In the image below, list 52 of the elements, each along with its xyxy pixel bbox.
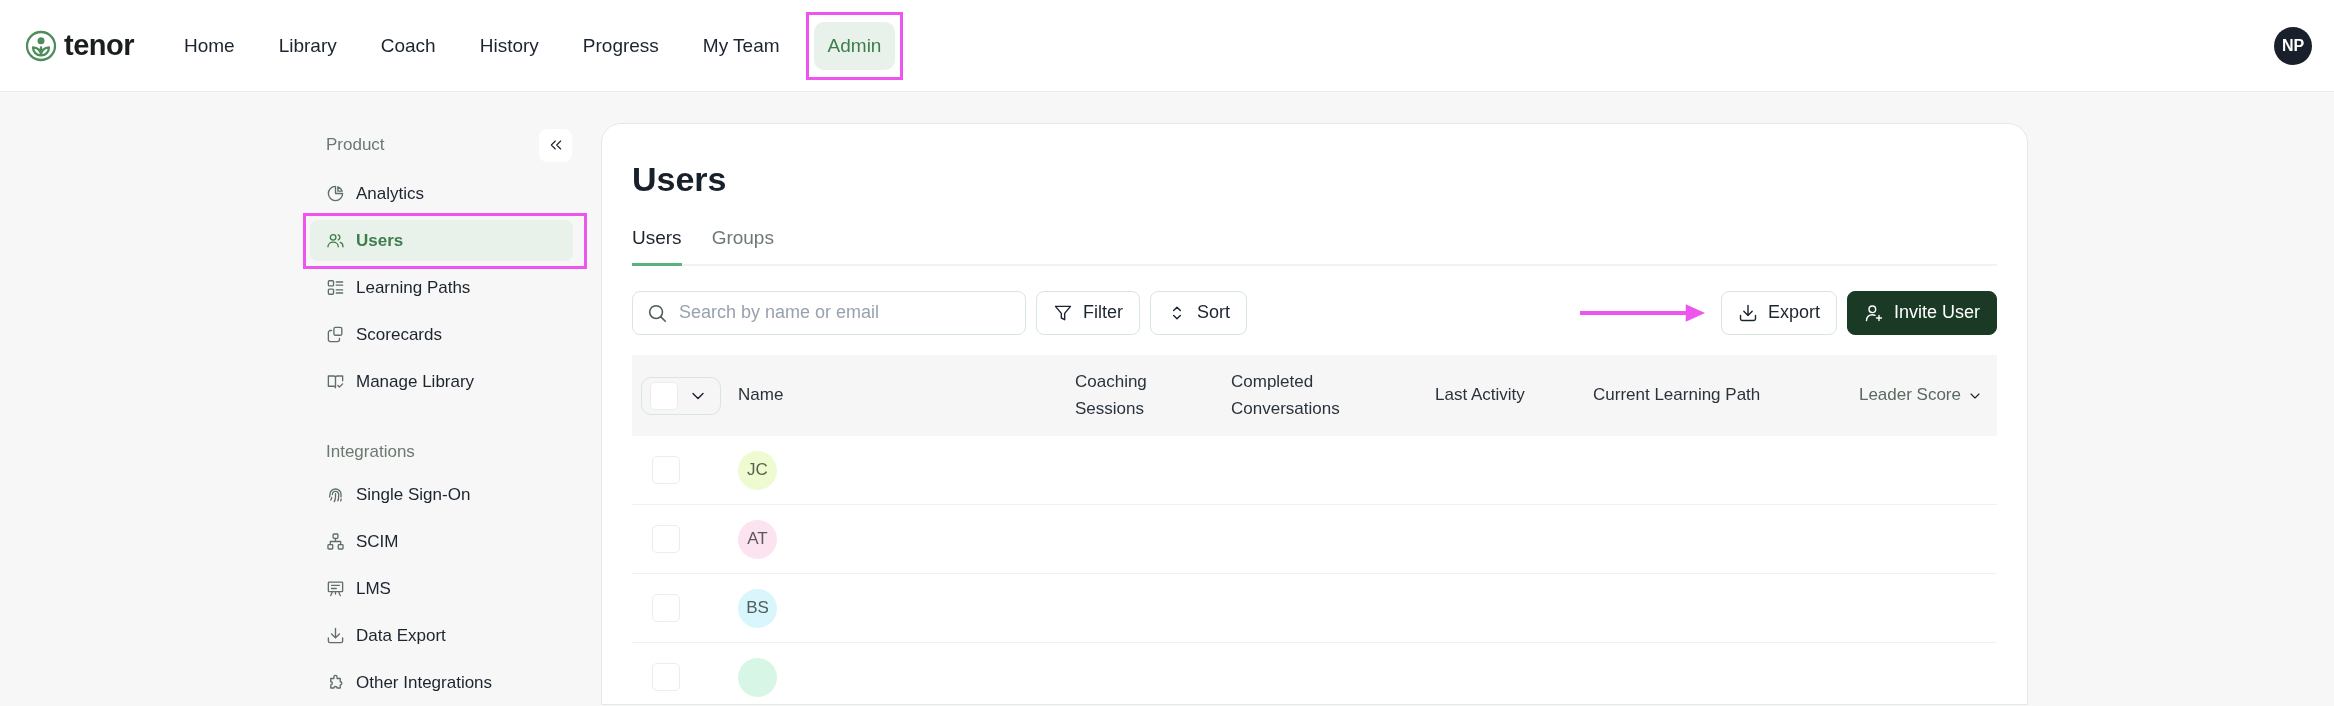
column-header: Completed Conversations	[1231, 372, 1340, 418]
select-all-dropdown[interactable]	[641, 376, 721, 415]
column-header: Name	[738, 385, 784, 405]
user-avatar: BS	[738, 588, 777, 628]
nav-link[interactable]: Home	[164, 21, 255, 70]
invite-user-button[interactable]: Invite User	[1846, 290, 1997, 335]
logo-text: tenor	[64, 29, 134, 62]
sidebar-item[interactable]: Other Integrations	[310, 662, 573, 703]
download-icon	[326, 626, 345, 645]
hierarchy-icon	[326, 532, 345, 551]
user-avatar: AT	[738, 519, 777, 559]
sidebar-item[interactable]: Data Export	[310, 615, 573, 656]
sidebar-item[interactable]: LMS	[310, 568, 573, 609]
sidebar-item[interactable]: Single Sign-On	[310, 474, 573, 515]
fingerprint-icon	[326, 485, 345, 504]
sidebar-item[interactable]: Analytics	[310, 173, 573, 214]
search-field[interactable]: Search by name or email	[632, 290, 1026, 335]
sidebar-item[interactable]: Users	[310, 220, 573, 261]
section-heading: Integrations	[326, 442, 415, 462]
pie-chart-icon	[326, 184, 345, 203]
sidebar-item[interactable]: Learning Paths	[310, 267, 573, 308]
nav-link[interactable]: Library	[258, 21, 357, 70]
tab[interactable]: Users	[632, 221, 682, 266]
sidebar-item[interactable]: SCIM	[310, 521, 573, 562]
column-header: Current Learning Path	[1593, 385, 1761, 405]
tab[interactable]: Groups	[711, 221, 774, 266]
nav-link[interactable]: History	[459, 21, 559, 70]
nav-link[interactable]: Coach	[360, 21, 456, 70]
export-button[interactable]: Export	[1720, 290, 1837, 335]
profile-avatar[interactable]: NP	[2274, 26, 2312, 65]
filter-button[interactable]: Filter	[1036, 290, 1140, 335]
stacked-cards-icon	[326, 325, 345, 344]
nav-link[interactable]: Admin	[813, 21, 896, 70]
nav-link[interactable]: Progress	[562, 21, 679, 70]
sidebar-item[interactable]: Manage Library	[310, 361, 573, 402]
person-plus-icon	[1863, 302, 1884, 323]
user-avatar: JC	[738, 450, 777, 490]
leaf-logo-icon	[25, 29, 57, 62]
page-title: Users	[632, 160, 728, 199]
download-icon	[1737, 302, 1758, 323]
presentation-board-icon	[326, 579, 345, 598]
collapse-button[interactable]	[539, 128, 572, 162]
section-heading: Product	[326, 135, 385, 155]
column-header: Last Activity	[1435, 385, 1525, 405]
list-icon	[326, 278, 345, 297]
sort-button[interactable]: Sort	[1150, 290, 1247, 335]
column-header: Coaching Sessions	[1075, 372, 1147, 418]
book-check-icon	[326, 372, 345, 391]
people-icon	[326, 231, 345, 250]
nav-link[interactable]: My Team	[682, 21, 800, 70]
column-header[interactable]: Leader Score	[1858, 382, 1961, 409]
sidebar-item[interactable]: Scorecards	[310, 314, 573, 355]
